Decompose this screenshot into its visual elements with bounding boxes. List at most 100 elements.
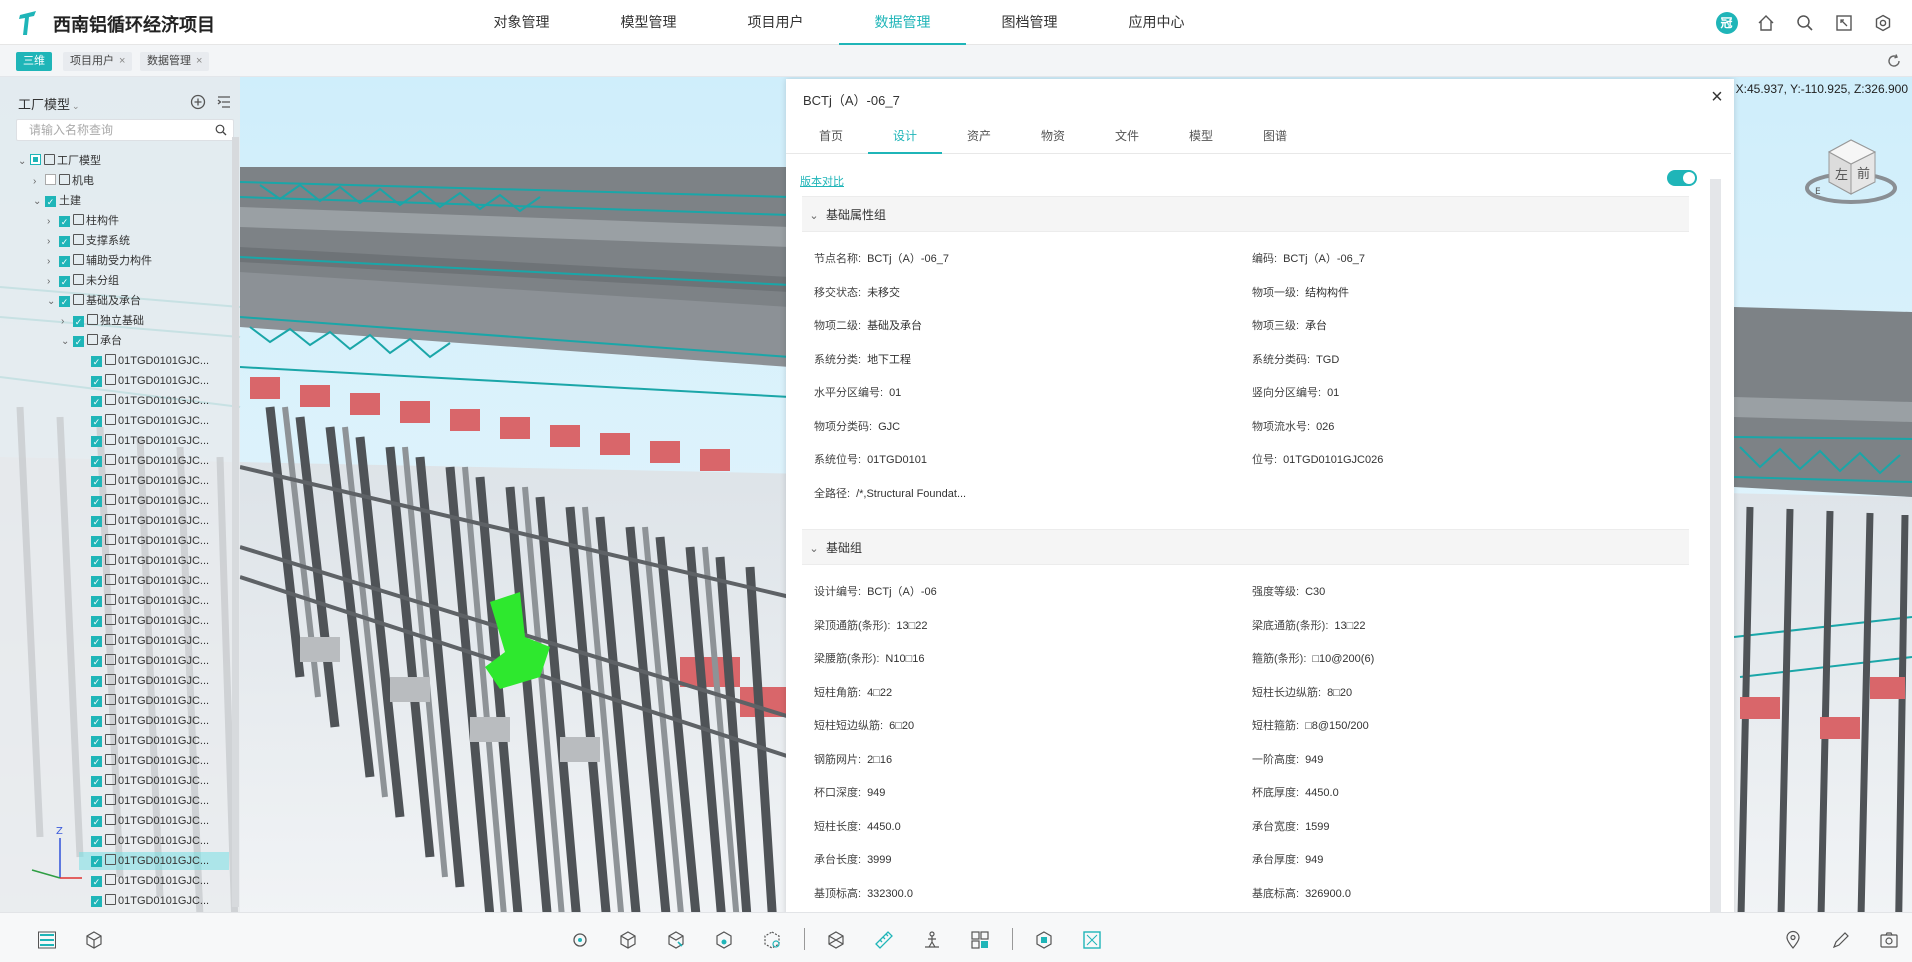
tree-checkbox[interactable]: ✓ (59, 256, 70, 267)
tree-leaf-item[interactable]: ✓ 01TGD0101GJC... (79, 712, 209, 730)
tree-checkbox[interactable]: ✓ (91, 456, 102, 467)
fullscreen-icon[interactable] (1824, 0, 1863, 45)
tree-leaf-item[interactable]: ✓ 01TGD0101GJC... (79, 892, 209, 910)
tree-leaf-item[interactable]: ✓ 01TGD0101GJC... (79, 512, 209, 530)
page-tab-data-management[interactable]: 数据管理 × (140, 52, 210, 71)
tree-checkbox[interactable]: ✓ (91, 496, 102, 507)
locate-icon[interactable] (570, 930, 590, 950)
tree-checkbox[interactable]: ✓ (91, 776, 102, 787)
tree-leaf-item[interactable]: ✓ 01TGD0101GJC... (79, 472, 209, 490)
tree-checkbox[interactable]: ✓ (91, 696, 102, 707)
detail-tab[interactable]: 设计 (868, 118, 942, 154)
tree-checkbox[interactable] (30, 154, 41, 165)
tree-leaf-item[interactable]: ✓ 01TGD0101GJC... (79, 432, 209, 450)
tree-checkbox[interactable]: ✓ (91, 576, 102, 587)
tree-checkbox[interactable]: ✓ (45, 196, 56, 207)
tree-leaf-item[interactable]: ✓ 01TGD0101GJC... (79, 632, 209, 650)
hide-icon[interactable] (762, 930, 782, 950)
tree-leaf-item[interactable]: ✓ 01TGD0101GJC... (79, 552, 209, 570)
view-cube[interactable]: 左 前 E (1805, 130, 1897, 210)
detail-tab[interactable]: 文件 (1090, 118, 1164, 154)
user-avatar[interactable]: 冠 (1707, 0, 1746, 45)
section-box-icon[interactable] (666, 930, 686, 950)
tree-leaf-item[interactable]: ✓ 01TGD0101GJC... (79, 872, 209, 890)
tree-leaf-item[interactable]: ✓ 01TGD0101GJC... (79, 372, 209, 390)
tree-checkbox[interactable]: ✓ (91, 436, 102, 447)
chevron-right-icon[interactable]: › (61, 313, 73, 331)
tree-checkbox[interactable]: ✓ (91, 616, 102, 627)
tree-node[interactable]: ⌄ 工厂模型 (18, 152, 101, 170)
tree-checkbox[interactable]: ✓ (91, 796, 102, 807)
detail-scrollbar[interactable] (1710, 179, 1721, 919)
page-tab-3d[interactable]: 三维 (16, 52, 52, 71)
settings-icon[interactable] (1863, 0, 1902, 45)
measure-ruler-icon[interactable] (874, 930, 894, 950)
detail-tab[interactable]: 首页 (794, 118, 868, 154)
page-tab-project-users[interactable]: 项目用户 × (63, 52, 133, 71)
chevron-right-icon[interactable]: › (47, 273, 59, 291)
chevron-down-icon[interactable]: ⌄ (33, 193, 45, 211)
tree-node[interactable]: › ✓ 柱构件 (47, 212, 119, 230)
annotate-edit-icon[interactable] (1831, 930, 1851, 950)
nav-item[interactable]: 数据管理 (839, 0, 966, 45)
tree-checkbox[interactable]: ✓ (91, 716, 102, 727)
tree-leaf-item[interactable]: ✓ 01TGD0101GJC... (79, 352, 209, 370)
tree-checkbox[interactable]: ✓ (91, 676, 102, 687)
chevron-down-icon[interactable]: ⌄ (47, 293, 59, 311)
tree-node[interactable]: › ✓ 未分组 (47, 272, 119, 290)
isolate-icon[interactable] (714, 930, 734, 950)
tree-leaf-item[interactable]: ✓ 01TGD0101GJC... (79, 532, 209, 550)
tree-checkbox[interactable]: ✓ (91, 416, 102, 427)
tree-checkbox[interactable]: ✓ (91, 836, 102, 847)
tree-node[interactable]: › ✓ 支撑系统 (47, 232, 130, 250)
tree-leaf-item[interactable]: ✓ 01TGD0101GJC... (79, 492, 209, 510)
tree-node[interactable]: ⌄ ✓ 承台 (61, 332, 122, 350)
chevron-down-icon[interactable]: ⌄ (18, 153, 30, 171)
tree-checkbox[interactable]: ✓ (73, 336, 84, 347)
grid-components-icon[interactable] (970, 930, 990, 950)
frame-select-icon[interactable] (1082, 930, 1102, 950)
tree-checkbox[interactable]: ✓ (91, 896, 102, 907)
detail-tab[interactable]: 模型 (1164, 118, 1238, 154)
tree-node[interactable]: ⌄ ✓ 基础及承台 (47, 292, 141, 310)
tree-leaf-item[interactable]: ✓ 01TGD0101GJC... (79, 412, 209, 430)
close-icon[interactable]: × (1708, 87, 1726, 107)
tree-checkbox[interactable]: ✓ (91, 536, 102, 547)
chevron-right-icon[interactable]: › (47, 233, 59, 251)
tree-scrollbar[interactable] (232, 137, 239, 907)
nav-item[interactable]: 对象管理 (458, 0, 585, 45)
tree-leaf-item[interactable]: ✓ 01TGD0101GJC... (79, 652, 209, 670)
nav-item[interactable]: 模型管理 (585, 0, 712, 45)
close-icon[interactable]: × (196, 55, 202, 67)
tree-leaf-item[interactable]: ✓ 01TGD0101GJC... (79, 452, 209, 470)
tree-leaf-item[interactable]: ✓ 01TGD0101GJC... (79, 692, 209, 710)
chevron-right-icon[interactable]: › (33, 173, 45, 191)
layers-icon[interactable] (37, 930, 57, 950)
tree-checkbox[interactable]: ✓ (91, 636, 102, 647)
chevron-down-icon[interactable]: ⌄ (61, 333, 73, 351)
tree-leaf-item[interactable]: ✓ 01TGD0101GJC... (79, 592, 209, 610)
tree-checkbox[interactable]: ✓ (91, 596, 102, 607)
tree-checkbox[interactable]: ✓ (91, 876, 102, 887)
tree-node[interactable]: ⌄ ✓ 土建 (33, 192, 81, 210)
nav-item[interactable]: 图档管理 (966, 0, 1093, 45)
tree-checkbox[interactable]: ✓ (91, 476, 102, 487)
tree-checkbox[interactable]: ✓ (59, 296, 70, 307)
location-pin-icon[interactable] (1783, 930, 1803, 950)
chevron-right-icon[interactable]: › (47, 253, 59, 271)
nav-item[interactable]: 项目用户 (712, 0, 839, 45)
tree-checkbox[interactable]: ✓ (91, 736, 102, 747)
version-toggle[interactable] (1667, 170, 1697, 186)
detail-tab[interactable]: 物资 (1016, 118, 1090, 154)
tree-leaf-item[interactable]: ✓ 01TGD0101GJC... (79, 772, 209, 790)
tree-leaf-item[interactable]: ✓ 01TGD0101GJC... (79, 732, 209, 750)
chevron-right-icon[interactable]: › (47, 213, 59, 231)
collapse-list-icon[interactable] (216, 94, 232, 110)
tree-checkbox[interactable]: ✓ (91, 656, 102, 667)
tree-checkbox[interactable]: ✓ (59, 276, 70, 287)
tree-leaf-item[interactable]: ✓ 01TGD0101GJC... (79, 812, 209, 830)
tree-node[interactable]: › ✓ 辅助受力构件 (47, 252, 152, 270)
add-circle-icon[interactable] (190, 94, 206, 110)
search-icon[interactable] (215, 124, 227, 136)
tree-node[interactable]: › ✓ 独立基础 (61, 312, 144, 330)
